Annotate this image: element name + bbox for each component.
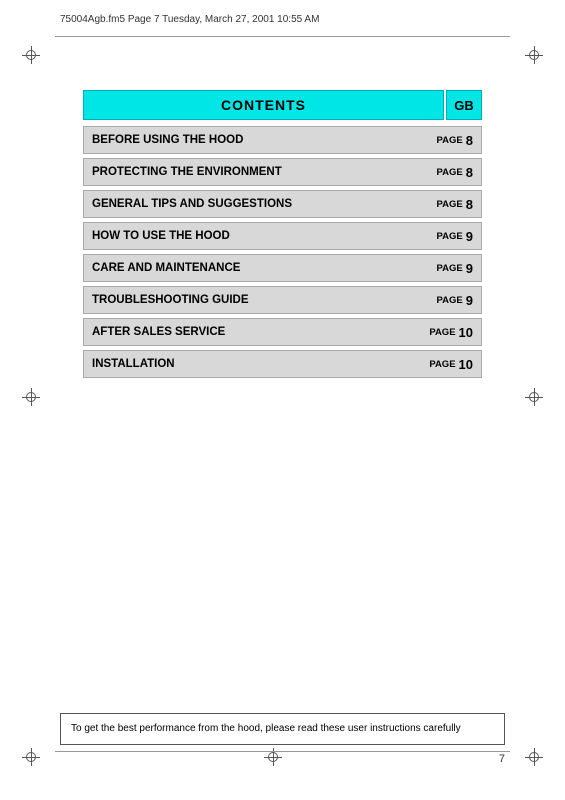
toc-row-7-page-num: 10 — [459, 357, 473, 372]
toc-row-6-title-text: AFTER SALES SERVICE — [92, 326, 225, 338]
contents-title: CONTENTS — [221, 97, 306, 113]
toc-row-5-title-text: TROUBLESHOOTING GUIDE — [92, 294, 249, 306]
toc-row-4-title: CARE AND MAINTENANCE — [84, 255, 437, 281]
toc-row-7-title: INSTALLATION — [84, 351, 429, 377]
footer-divider — [55, 751, 510, 752]
toc-row-3-page-label: PAGE — [437, 231, 463, 242]
crosshair-bottom-left — [22, 748, 40, 766]
toc-row-1-page-label: PAGE — [437, 167, 463, 178]
toc-row-2-page-num: 8 — [466, 197, 473, 212]
toc-row-0[interactable]: BEFORE USING THE HOOD PAGE 8 — [83, 126, 482, 154]
toc-row-5-title: TROUBLESHOOTING GUIDE — [84, 287, 437, 313]
gb-label: GB — [454, 98, 474, 113]
toc-row-2-title: GENERAL TIPS AND SUGGESTIONS — [84, 191, 437, 217]
toc-row-6-page: PAGE 10 — [429, 319, 481, 345]
contents-header: CONTENTS GB — [83, 90, 482, 120]
toc-row-4-title-text: CARE AND MAINTENANCE — [92, 262, 240, 274]
toc-row-6-page-label: PAGE — [429, 327, 455, 338]
toc-row-3-title-text: HOW TO USE THE HOOD — [92, 230, 230, 242]
page-container: 75004Agb.fm5 Page 7 Tuesday, March 27, 2… — [0, 0, 565, 800]
crosshair-mid-left — [22, 388, 40, 406]
header-filename: 75004Agb.fm5 Page 7 Tuesday, March 27, 2… — [60, 14, 319, 25]
crosshair-bottom-right — [525, 748, 543, 766]
page-number: 7 — [499, 753, 505, 765]
toc-row-2-page-label: PAGE — [437, 199, 463, 210]
toc-row-3-title: HOW TO USE THE HOOD — [84, 223, 437, 249]
page-number-text: 7 — [499, 753, 505, 765]
toc-row-0-title: BEFORE USING THE HOOD — [84, 127, 437, 153]
toc-row-1-title-text: PROTECTING THE ENVIRONMENT — [92, 166, 282, 178]
crosshair-top-left — [22, 46, 40, 64]
toc-row-0-page: PAGE 8 — [437, 127, 481, 153]
toc-row-1-title: PROTECTING THE ENVIRONMENT — [84, 159, 437, 185]
toc-row-0-title-text: BEFORE USING THE HOOD — [92, 134, 243, 146]
footer-note: To get the best performance from the hoo… — [60, 713, 505, 745]
toc-row-3-page: PAGE 9 — [437, 223, 481, 249]
contents-title-box: CONTENTS — [83, 90, 444, 120]
footer-note-text: To get the best performance from the hoo… — [71, 723, 461, 734]
toc-row-6-title: AFTER SALES SERVICE — [84, 319, 429, 345]
toc-row-4-page: PAGE 9 — [437, 255, 481, 281]
toc-row-5-page-num: 9 — [466, 293, 473, 308]
toc-row-5[interactable]: TROUBLESHOOTING GUIDE PAGE 9 — [83, 286, 482, 314]
toc-row-1[interactable]: PROTECTING THE ENVIRONMENT PAGE 8 — [83, 158, 482, 186]
toc-row-1-page-num: 8 — [466, 165, 473, 180]
toc-row-2-title-text: GENERAL TIPS AND SUGGESTIONS — [92, 198, 292, 210]
crosshair-mid-right — [525, 388, 543, 406]
toc-row-2[interactable]: GENERAL TIPS AND SUGGESTIONS PAGE 8 — [83, 190, 482, 218]
toc-row-2-page: PAGE 8 — [437, 191, 481, 217]
toc-row-4-page-num: 9 — [466, 261, 473, 276]
toc-row-3[interactable]: HOW TO USE THE HOOD PAGE 9 — [83, 222, 482, 250]
toc-row-5-page: PAGE 9 — [437, 287, 481, 313]
toc-row-5-page-label: PAGE — [437, 295, 463, 306]
gb-box: GB — [446, 90, 482, 120]
toc-row-4[interactable]: CARE AND MAINTENANCE PAGE 9 — [83, 254, 482, 282]
header-bar: 75004Agb.fm5 Page 7 Tuesday, March 27, 2… — [60, 14, 505, 25]
toc-row-7-title-text: INSTALLATION — [92, 358, 175, 370]
toc-row-6-page-num: 10 — [459, 325, 473, 340]
main-content: CONTENTS GB BEFORE USING THE HOOD PAGE 8… — [83, 90, 482, 382]
toc-row-0-page-num: 8 — [466, 133, 473, 148]
toc-row-6[interactable]: AFTER SALES SERVICE PAGE 10 — [83, 318, 482, 346]
toc-row-4-page-label: PAGE — [437, 263, 463, 274]
toc-row-1-page: PAGE 8 — [437, 159, 481, 185]
toc-row-0-page-label: PAGE — [437, 135, 463, 146]
toc-row-3-page-num: 9 — [466, 229, 473, 244]
toc-row-7-page: PAGE 10 — [429, 351, 481, 377]
toc-row-7-page-label: PAGE — [429, 359, 455, 370]
crosshair-top-right — [525, 46, 543, 64]
header-divider — [55, 36, 510, 37]
toc-row-7[interactable]: INSTALLATION PAGE 10 — [83, 350, 482, 378]
